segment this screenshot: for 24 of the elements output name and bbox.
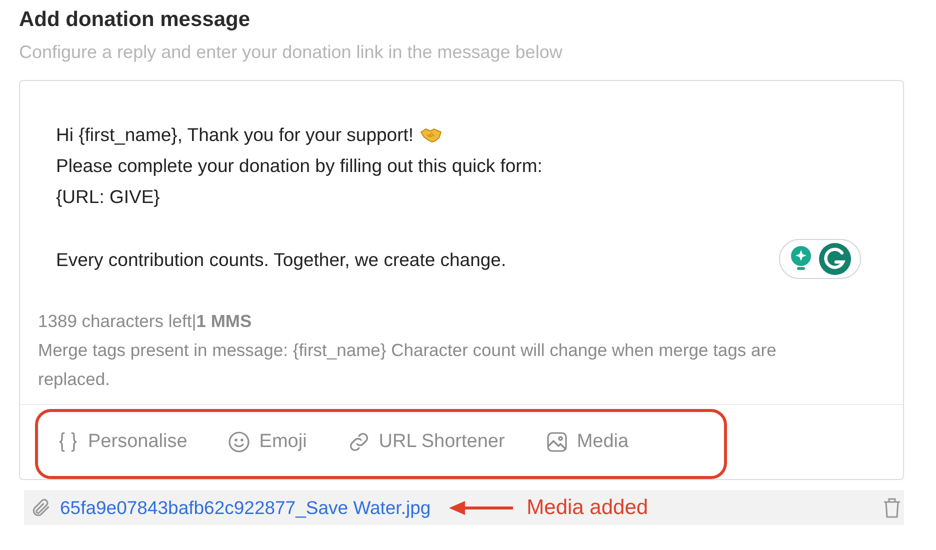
merge-tag-note: Merge tags present in message: {first_name} Character count will change when merge tags are replaced. bbox=[38, 339, 778, 391]
grammar-logo-icon bbox=[818, 242, 852, 276]
message-line: {URL: GIVE} bbox=[56, 185, 160, 209]
smiley-icon bbox=[227, 430, 252, 454]
lightbulb-icon bbox=[788, 245, 814, 273]
section-title: Add donation message bbox=[19, 7, 252, 33]
annotation-label: Media added bbox=[526, 496, 648, 520]
message-line: Please complete your donation by filling out this quick form: bbox=[56, 154, 542, 178]
toolbar-button[interactable]: Personalise bbox=[56, 430, 188, 454]
handshake-icon bbox=[420, 126, 442, 142]
toolbar-button[interactable]: URL Shortener bbox=[346, 430, 505, 454]
assistant-badge[interactable] bbox=[779, 239, 861, 279]
message-line: Every contribution counts. Together, we create change. bbox=[56, 248, 506, 272]
attachment-link[interactable]: 65fa9e07843bafb62c922877_Save Water.jpg bbox=[60, 496, 431, 518]
paperclip-icon bbox=[30, 496, 52, 518]
message-line: Hi {first_name}, Thank you for your support! bbox=[56, 123, 414, 147]
section-subtitle: Configure a reply and enter your donation link in the message below bbox=[19, 41, 564, 64]
toolbar-button[interactable]: Media bbox=[544, 430, 629, 454]
trash-icon bbox=[882, 496, 902, 518]
image-icon bbox=[544, 430, 569, 454]
toolbar-button[interactable]: Emoji bbox=[227, 430, 307, 454]
arrow-icon bbox=[448, 500, 513, 516]
delete-button[interactable] bbox=[882, 496, 902, 518]
character-counter: 1389 characters left|1 MMS bbox=[38, 310, 253, 333]
